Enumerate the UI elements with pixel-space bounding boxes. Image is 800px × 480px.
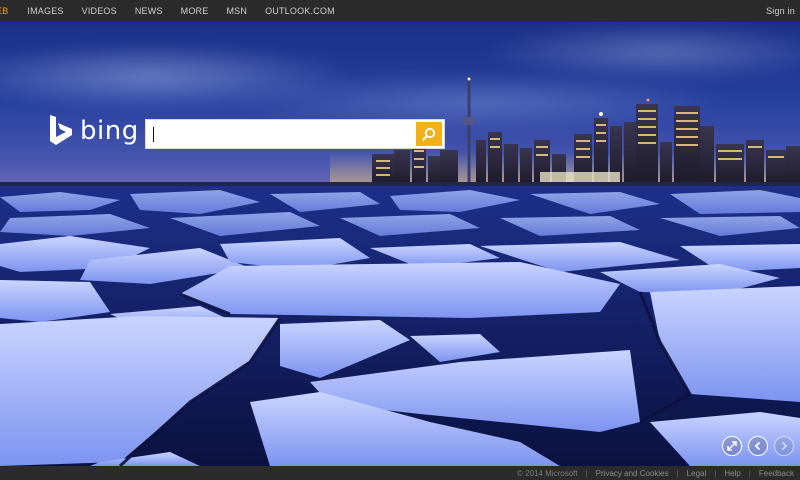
- search-icon: [422, 127, 436, 141]
- nav-images[interactable]: IMAGES: [18, 0, 72, 22]
- copyright-text: © 2014 Microsoft: [517, 468, 578, 478]
- nav-web[interactable]: EB: [0, 0, 18, 22]
- top-nav: EB IMAGES VIDEOS NEWS MORE MSN OUTLOOK.C…: [0, 0, 344, 22]
- top-bar: EB IMAGES VIDEOS NEWS MORE MSN OUTLOOK.C…: [0, 0, 800, 22]
- legal-link[interactable]: Legal: [681, 469, 713, 478]
- nav-outlook[interactable]: OUTLOOK.COM: [256, 0, 344, 22]
- next-icon: [781, 441, 788, 451]
- image-controls: [722, 436, 794, 456]
- sign-in-link[interactable]: Sign in: [766, 6, 800, 16]
- search-box: [145, 119, 445, 149]
- feedback-link[interactable]: Feedback: [753, 469, 800, 478]
- hero-background: bing: [0, 22, 800, 466]
- next-image-button[interactable]: [774, 436, 794, 456]
- nav-news[interactable]: NEWS: [126, 0, 172, 22]
- bing-b-icon: [50, 115, 72, 145]
- footer: © 2014 Microsoft | Privacy and Cookies |…: [0, 466, 800, 480]
- search-input[interactable]: [146, 120, 414, 148]
- previous-icon: [754, 441, 761, 451]
- bing-logo[interactable]: bing: [48, 115, 139, 147]
- nav-videos[interactable]: VIDEOS: [73, 0, 126, 22]
- nav-more[interactable]: MORE: [172, 0, 218, 22]
- search-button[interactable]: [416, 122, 442, 146]
- help-link[interactable]: Help: [718, 469, 746, 478]
- expand-icon: [727, 441, 737, 451]
- previous-image-button[interactable]: [748, 436, 768, 456]
- ice-floes: [0, 186, 800, 466]
- nav-msn[interactable]: MSN: [217, 0, 256, 22]
- expand-button[interactable]: [722, 436, 742, 456]
- privacy-link[interactable]: Privacy and Cookies: [590, 469, 675, 478]
- bing-wordmark: bing: [80, 116, 139, 146]
- text-caret: [153, 127, 154, 142]
